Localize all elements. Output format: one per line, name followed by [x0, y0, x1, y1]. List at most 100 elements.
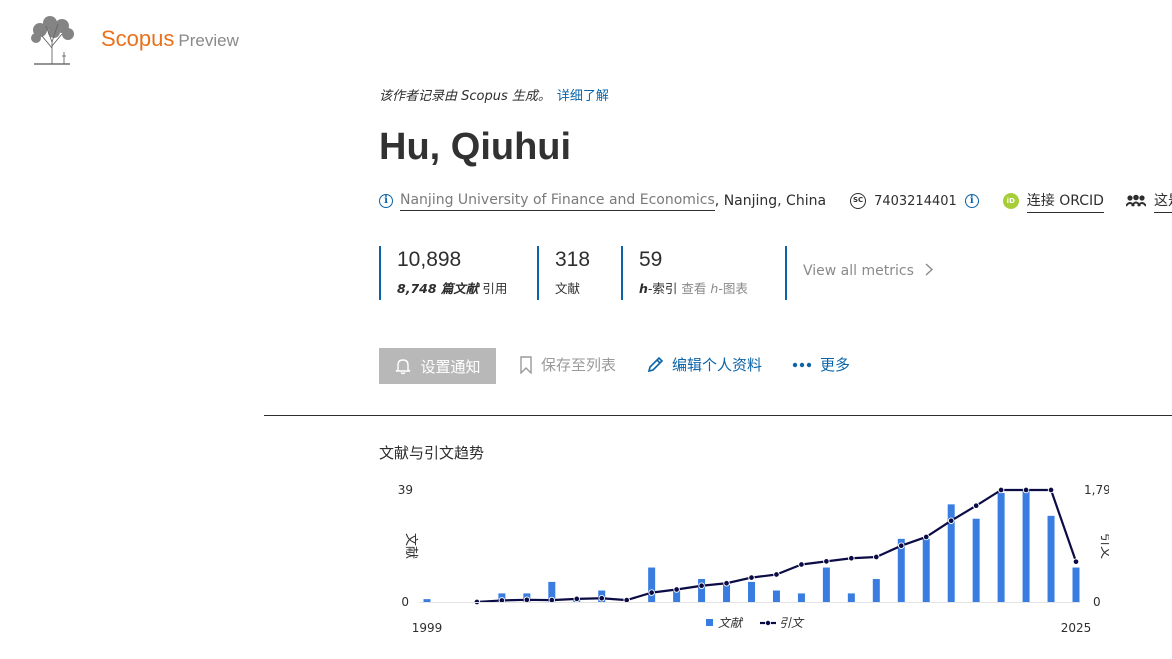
legend-line-point [764, 619, 771, 626]
profile-notice: 该作者记录由 Scopus 生成。 详细了解 [379, 85, 609, 104]
elsevier-tree-logo [31, 16, 74, 65]
affiliation-link[interactable]: Nanjing University of Finance and Econom… [400, 192, 715, 211]
pencil-icon [647, 356, 664, 372]
y-right-tick-max: 1,791 [1084, 483, 1109, 497]
y-right-axis-label: 引文 [1098, 533, 1109, 559]
documents-label: 文献 [555, 281, 581, 296]
document-bar [698, 579, 706, 602]
set-alert-button[interactable]: 设置通知 [379, 348, 496, 384]
section-divider [264, 415, 1172, 416]
brand-name: Scopus [101, 26, 175, 51]
citation-point [947, 517, 955, 524]
more-label: 更多 [820, 356, 851, 374]
citation-point [898, 542, 905, 549]
document-bars [423, 490, 1080, 602]
h-index-label: h-索引 查看 h-图表 [639, 281, 748, 296]
view-all-metrics-label: View all metrics [803, 263, 914, 279]
citation-point [1022, 486, 1030, 494]
document-bar [922, 538, 930, 602]
citation-point [598, 594, 605, 602]
citation-point [723, 579, 730, 587]
scopus-id-icon: SC [850, 193, 867, 209]
citation-line [473, 486, 1080, 606]
learn-more-link[interactable]: 详细了解 [557, 89, 609, 104]
citations-label: 8,748 篇文献 引用 [397, 281, 508, 296]
bookmark-icon [520, 355, 532, 374]
x-tick-start: 1999 [412, 621, 443, 635]
edit-profile-button[interactable]: 编辑个人资料 [646, 354, 762, 375]
more-dots-icon [792, 362, 812, 367]
citation-point [773, 571, 780, 578]
document-bar [723, 584, 731, 602]
document-bar [972, 518, 980, 602]
save-to-list-label: 保存至列表 [541, 356, 617, 374]
y-left-tick-max: 39 [398, 483, 413, 497]
documents-value: 318 [555, 248, 591, 271]
people-icon [1125, 194, 1146, 207]
document-bar [797, 593, 805, 602]
documents-metric[interactable]: 318 文献 [537, 246, 619, 300]
set-alert-label: 设置通知 [420, 357, 481, 376]
y-left-axis-label: 文献 [403, 533, 418, 559]
citations-metric: 10,898 8,748 篇文献 引用 [379, 246, 535, 300]
affiliation-location: , Nanjing, China [714, 193, 827, 209]
citation-point [573, 595, 581, 603]
y-right-tick-min: 0 [1093, 595, 1101, 609]
citation-point [848, 554, 855, 562]
x-tick-end: 2025 [1061, 621, 1092, 635]
citation-series-line [476, 488, 1078, 604]
metrics-divider [785, 246, 787, 300]
document-bar [748, 581, 755, 602]
document-bar [648, 567, 656, 602]
citation-point [1072, 558, 1080, 565]
edit-profile-label: 编辑个人资料 [672, 356, 763, 374]
bell-icon [396, 359, 411, 375]
trend-title: 文献与引文趋势 [379, 444, 485, 462]
author-id: 7403214401 [874, 193, 957, 209]
citation-point [972, 502, 980, 509]
claim-profile-link[interactable]: 这是您 [1153, 190, 1172, 213]
document-bar [847, 593, 855, 602]
notice-text: 该作者记录由 Scopus 生成。 [379, 89, 551, 104]
document-bar [997, 492, 1005, 602]
citation-point [698, 582, 705, 589]
citation-point [523, 596, 531, 604]
legend-citations: 引文 [779, 616, 805, 630]
document-citation-trend-chart: 3901,791019992025文献引文 文献引文 [398, 483, 1109, 635]
h-index-value: 59 [639, 248, 663, 271]
save-to-list-button[interactable]: 保存至列表 [519, 354, 616, 375]
citation-point [922, 533, 930, 541]
author-name: Hu, Qiuhui [379, 126, 572, 168]
citation-point [823, 558, 830, 565]
citation-point [798, 561, 805, 568]
view-h-graph-link[interactable]: 查看 h-图表 [681, 281, 747, 296]
h-index-metric: 59 h-索引 查看 h-图表 [621, 246, 785, 300]
citation-point [873, 553, 880, 561]
scopus-brand[interactable]: Scopus Preview [101, 26, 239, 52]
document-bar [822, 567, 830, 602]
author-id-info-icon[interactable]: i [964, 194, 979, 208]
citations-value: 10,898 [397, 248, 462, 271]
info-icon[interactable]: i [379, 194, 393, 208]
connect-orcid-link[interactable]: 连接 ORCID [1026, 190, 1104, 213]
document-bar [772, 590, 780, 602]
view-all-metrics-link[interactable]: View all metrics [803, 263, 934, 279]
author-details-row: i Nanjing University of Finance and Econ… [379, 188, 1172, 214]
citation-point [673, 586, 680, 593]
document-bar [1047, 515, 1055, 602]
chart-legend: 文献 引文 [706, 616, 805, 630]
citation-point [648, 589, 655, 596]
document-bar [1022, 490, 1030, 602]
chevron-right-icon [925, 263, 934, 276]
citation-point [748, 574, 755, 581]
legend-documents: 文献 [718, 616, 744, 630]
orcid-icon: iD [1002, 193, 1019, 209]
document-bar [1072, 567, 1080, 602]
legend-bar-swatch [706, 619, 713, 626]
brand-suffix: Preview [178, 31, 239, 50]
citation-point [997, 486, 1005, 494]
document-bar [872, 579, 880, 602]
citation-point [1047, 486, 1055, 494]
y-left-tick-min: 0 [401, 595, 409, 609]
more-button[interactable]: 更多 [792, 354, 850, 375]
